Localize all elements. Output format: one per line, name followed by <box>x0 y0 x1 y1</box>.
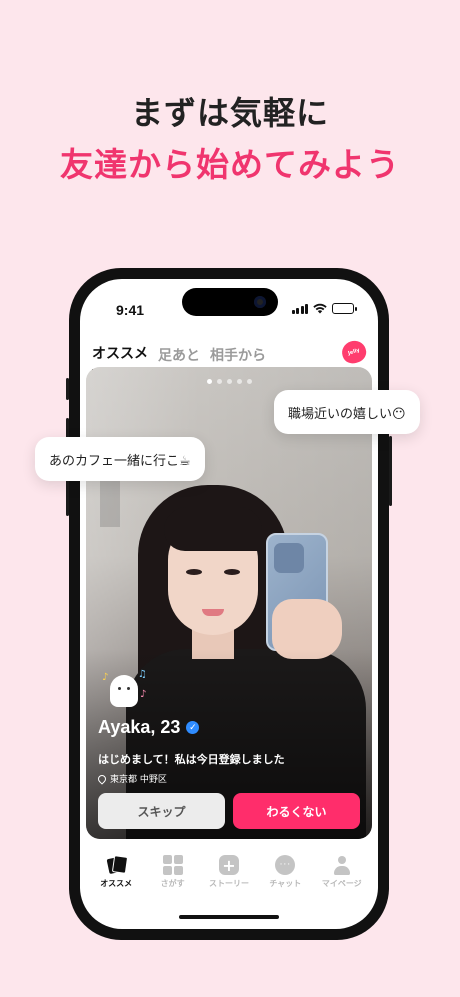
system-icons <box>291 303 357 314</box>
headline-line-1: まずは気軽に <box>130 94 329 132</box>
page-dot <box>206 379 212 384</box>
nav-item-story[interactable]: + ストーリー <box>201 855 257 889</box>
power-button <box>389 436 392 506</box>
nav-item-recommended[interactable]: オススメ <box>88 855 144 889</box>
plus-icon: + <box>218 855 239 875</box>
chat-icon: ··· <box>275 855 296 875</box>
profile-bio: はじめまして！私は今日登録しました <box>98 753 285 766</box>
like-button[interactable]: わるくない <box>233 793 360 829</box>
dynamic-island <box>182 288 278 316</box>
nav-label: ストーリー <box>208 879 249 888</box>
headline-line-2: 友達から始めてみよう <box>60 145 400 184</box>
nav-label: マイページ <box>321 879 362 888</box>
app-screen: 9:41 オススメ 足あと 相手から Jelly ♪ ♫ ♪ Ayaka, 23… <box>80 279 378 929</box>
skip-button[interactable]: スキップ <box>98 793 225 829</box>
grid-icon <box>162 855 183 875</box>
nav-item-search[interactable]: さがす <box>145 855 201 889</box>
comment-bubble: あのカフェ一緒に行こ☕ <box>35 437 205 481</box>
user-icon <box>332 855 352 875</box>
jelly-label: Jelly <box>347 347 361 357</box>
nav-label: さがす <box>160 879 185 888</box>
page-dot <box>236 379 242 384</box>
music-note-icon: ♫ <box>138 669 147 680</box>
camera-icon <box>254 296 266 308</box>
nav-item-chat[interactable]: ··· チャット <box>257 855 313 889</box>
battery-icon <box>332 303 357 314</box>
bottom-nav: オススメ さがす + ストーリー ··· チャット マイページ <box>80 855 378 889</box>
verified-icon: ✓ <box>186 721 200 734</box>
page-dot <box>246 379 252 384</box>
music-note-icon: ♪ <box>140 689 147 700</box>
profile-location: 東京都 中野区 <box>96 772 167 785</box>
mute-switch <box>66 378 69 400</box>
signal-icon <box>291 304 308 314</box>
status-time: 9:41 <box>116 302 145 318</box>
location-pin-icon <box>96 772 108 785</box>
phone-frame: 9:41 オススメ 足あと 相手から Jelly ♪ ♫ ♪ Ayaka, 23… <box>66 268 392 940</box>
profile-name: Ayaka, 23 <box>98 717 181 737</box>
status-bar: 9:41 <box>80 279 378 323</box>
profile-name-row: Ayaka, 23 ✓ <box>98 717 200 738</box>
nav-item-mypage[interactable]: マイページ <box>314 855 370 889</box>
page-dot <box>226 379 232 384</box>
music-note-icon: ♪ <box>102 672 109 683</box>
action-buttons: スキップ わるくない <box>98 793 360 829</box>
nav-label: オススメ <box>100 879 133 888</box>
page-dot <box>216 379 222 384</box>
location-text: 東京都 中野区 <box>110 775 167 785</box>
photo-page-indicator <box>86 379 372 384</box>
home-indicator <box>179 915 279 919</box>
comment-bubble: 職場近いの嬉しい😶 <box>274 390 420 434</box>
wifi-icon <box>313 303 327 314</box>
ghost-sticker-icon <box>110 675 138 707</box>
jelly-icon[interactable]: Jelly <box>339 337 369 367</box>
nav-label: チャット <box>269 879 302 888</box>
cards-icon <box>106 855 126 875</box>
